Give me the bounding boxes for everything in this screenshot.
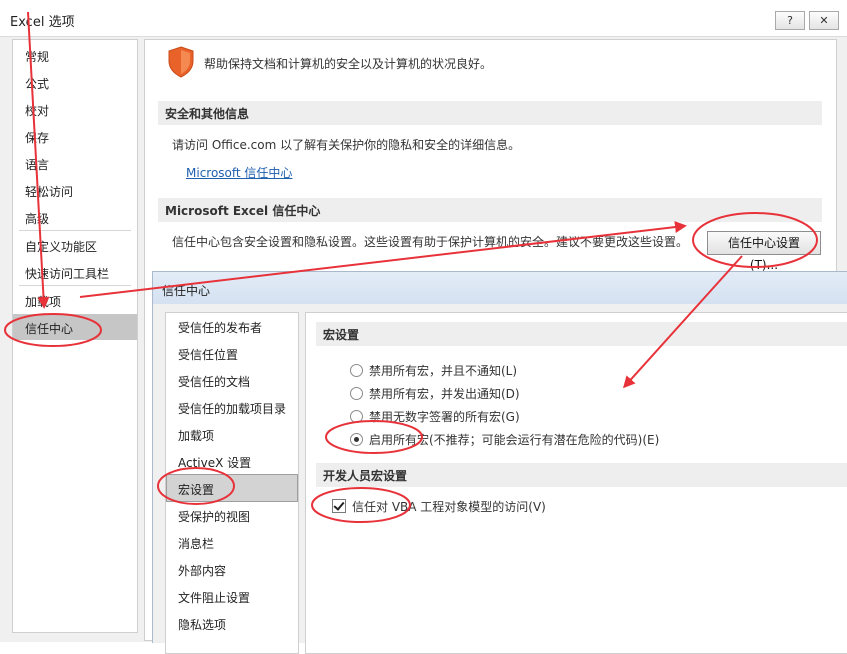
sidebar-item-trust-center[interactable]: 信任中心: [25, 320, 73, 337]
vba-access-checkbox[interactable]: [332, 499, 346, 513]
sidebar: 常规 公式 校对 保存 语言 轻松访问 高级 自定义功能区 快速访问工具栏 加载…: [12, 39, 138, 633]
title-bar: Excel 选项 ? ✕: [0, 0, 847, 37]
help-button[interactable]: ?: [775, 11, 805, 30]
nav-privacy-options[interactable]: 隐私选项: [178, 616, 226, 633]
sidebar-item-quick-access-toolbar[interactable]: 快速访问工具栏: [25, 265, 109, 282]
nav-trusted-documents[interactable]: 受信任的文档: [178, 373, 250, 390]
sidebar-item-accessibility[interactable]: 轻松访问: [25, 183, 73, 200]
nav-protected-view[interactable]: 受保护的视图: [178, 508, 250, 525]
macro-radio-enable-all[interactable]: [350, 433, 363, 446]
trust-center-settings-button[interactable]: 信任中心设置(T)...: [707, 231, 821, 272]
window-title: Excel 选项: [10, 15, 75, 30]
macro-radio-disable-notify[interactable]: [350, 387, 363, 400]
trust-center-nav: 受信任的发布者 受信任位置 受信任的文档 受信任的加载项目录 加载项 Activ…: [165, 312, 299, 654]
sidebar-item-formulas[interactable]: 公式: [25, 75, 49, 92]
sidebar-divider: [19, 285, 131, 286]
header-text: 帮助保持文档和计算机的安全以及计算机的状况良好。: [204, 57, 493, 71]
section-title: 安全和其他信息: [165, 107, 250, 121]
sidebar-item-customize-ribbon[interactable]: 自定义功能区: [25, 238, 97, 255]
dialog-title: 信任中心: [162, 284, 211, 298]
section-excel-trust-center: Microsoft Excel 信任中心: [158, 198, 822, 222]
macro-settings-panel: 宏设置 禁用所有宏，并且不通知(L) 禁用所有宏，并发出通知(D) 禁用无数字签…: [305, 312, 847, 654]
sidebar-item-add-ins[interactable]: 加载项: [25, 293, 61, 310]
close-button[interactable]: ✕: [809, 11, 839, 30]
macro-radio-disable-no-notify[interactable]: [350, 364, 363, 377]
nav-message-bar[interactable]: 消息栏: [178, 535, 214, 552]
shield-icon: [168, 46, 194, 78]
nav-trusted-publishers[interactable]: 受信任的发布者: [178, 319, 262, 336]
nav-activex-settings[interactable]: ActiveX 设置: [178, 454, 251, 471]
nav-file-block-settings[interactable]: 文件阻止设置: [178, 589, 250, 606]
nav-external-content[interactable]: 外部内容: [178, 562, 226, 579]
section-title: 宏设置: [323, 328, 360, 342]
trust-center-description: 信任中心包含安全设置和隐私设置。这些设置有助于保护计算机的安全。建议不要更改这些…: [172, 235, 689, 249]
sidebar-item-advanced[interactable]: 高级: [25, 210, 49, 227]
nav-trusted-addin-catalogs[interactable]: 受信任的加载项目录: [178, 400, 286, 417]
section-security-info: 安全和其他信息: [158, 101, 822, 125]
microsoft-trust-center-link[interactable]: Microsoft 信任中心: [186, 164, 292, 181]
sidebar-divider: [19, 230, 131, 231]
dialog-title-bar: 信任中心: [153, 272, 847, 304]
nav-trusted-locations[interactable]: 受信任位置: [178, 346, 238, 363]
nav-macro-settings[interactable]: 宏设置: [178, 481, 214, 498]
section-title: 开发人员宏设置: [323, 469, 408, 483]
sidebar-item-save[interactable]: 保存: [25, 129, 49, 146]
nav-add-ins[interactable]: 加载项: [178, 427, 214, 444]
section-title: Microsoft Excel 信任中心: [165, 204, 321, 218]
section-macro-settings: 宏设置: [316, 322, 847, 346]
security-info-text: 请访问 Office.com 以了解有关保护你的隐私和安全的详细信息。: [172, 138, 521, 152]
sidebar-item-language[interactable]: 语言: [25, 156, 49, 173]
macro-option-label: 禁用所有宏，并发出通知(D): [369, 387, 520, 401]
macro-option-label: 禁用所有宏，并且不通知(L): [369, 364, 518, 378]
trust-center-dialog: 信任中心 受信任的发布者 受信任位置 受信任的文档 受信任的加载项目录 加载项 …: [152, 271, 847, 654]
section-developer-macro-settings: 开发人员宏设置: [316, 463, 847, 487]
sidebar-item-general[interactable]: 常规: [25, 48, 49, 65]
macro-option-label: 启用所有宏(不推荐；可能会运行有潜在危险的代码)(E): [369, 433, 660, 447]
vba-access-label: 信任对 VBA 工程对象模型的访问(V): [352, 500, 546, 514]
macro-radio-disable-unsigned[interactable]: [350, 410, 363, 423]
sidebar-item-proofing[interactable]: 校对: [25, 102, 49, 119]
macro-option-label: 禁用无数字签署的所有宏(G): [369, 410, 520, 424]
